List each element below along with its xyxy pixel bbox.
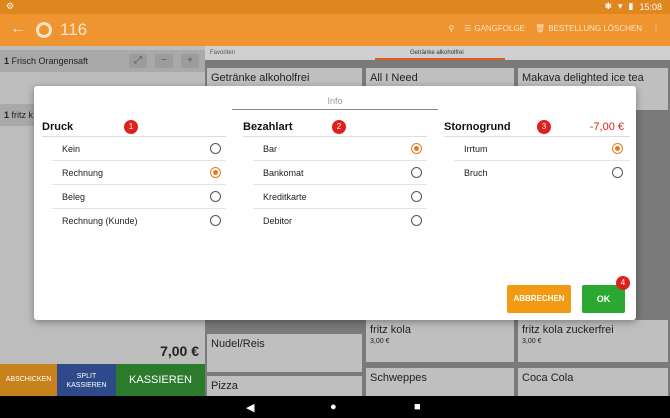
option-debitor[interactable]: Debitor bbox=[253, 209, 427, 233]
tab-getraenke-alkoholfrei[interactable]: Getränke alkoholfrei bbox=[410, 50, 464, 56]
navigation-bar: ◀ ● ■ bbox=[0, 396, 670, 418]
nav-home-icon[interactable]: ● bbox=[330, 401, 337, 413]
radio-button[interactable] bbox=[210, 167, 221, 178]
radio-button[interactable] bbox=[210, 143, 221, 154]
expand-icon[interactable]: ⤢ bbox=[129, 54, 147, 68]
radio-button[interactable] bbox=[210, 215, 221, 226]
article-tile[interactable]: Coca Cola bbox=[518, 368, 668, 396]
order-item[interactable]: 1 Frisch Orangensaft ⤢ − + bbox=[0, 50, 205, 72]
cancel-button[interactable]: ABBRECHEN bbox=[507, 285, 571, 313]
clock: 15:08 bbox=[639, 1, 662, 12]
plus-button[interactable]: + bbox=[181, 54, 199, 68]
search-icon[interactable]: ⚲ bbox=[448, 24, 454, 33]
article-tile[interactable]: fritz kola 3,00 € bbox=[366, 320, 514, 362]
app-bar: ← 116 ⚲ ☰ GANGFOLGE 🗑 BESTELLUNG LÖSCHEN ⋮ bbox=[0, 14, 670, 46]
split-kassieren-button[interactable]: SPLIT KASSIEREN bbox=[57, 364, 116, 396]
battery-icon: ▮ bbox=[628, 1, 634, 11]
radio-button[interactable] bbox=[411, 167, 422, 178]
option-rechnung-kunde[interactable]: Rechnung (Kunde) bbox=[52, 209, 226, 233]
option-beleg[interactable]: Beleg bbox=[52, 185, 226, 209]
bestellung-loeschen-button[interactable]: 🗑 BESTELLUNG LÖSCHEN bbox=[535, 24, 642, 33]
bezahlart-column: Bezahlart 2 Bar Bankomat Kreditkarte Deb… bbox=[243, 120, 427, 233]
list-icon: ☰ bbox=[464, 24, 472, 33]
step-badge: 1 bbox=[124, 120, 138, 134]
table-number: 116 bbox=[60, 20, 88, 39]
step-badge: 2 bbox=[332, 120, 346, 134]
more-menu-icon[interactable]: ⋮ bbox=[652, 24, 660, 33]
trash-icon: 🗑 bbox=[535, 24, 546, 33]
article-tile[interactable]: Nudel/Reis bbox=[207, 334, 362, 372]
step-badge: 3 bbox=[537, 120, 551, 134]
storno-amount: -7,00 € bbox=[589, 121, 624, 133]
bluetooth-icon: ✱ bbox=[604, 1, 612, 11]
bezahlart-header: Bezahlart bbox=[243, 121, 293, 133]
stornogrund-column: Stornogrund 3 -7,00 € Irrtum Bruch bbox=[444, 120, 630, 185]
radio-button[interactable] bbox=[411, 191, 422, 202]
radio-button[interactable] bbox=[411, 215, 422, 226]
radio-button[interactable] bbox=[612, 167, 623, 178]
gangfolge-button[interactable]: ☰ GANGFOLGE bbox=[464, 24, 525, 33]
step-badge: 4 bbox=[616, 276, 630, 290]
option-kein[interactable]: Kein bbox=[52, 137, 226, 161]
option-irrtum[interactable]: Irrtum bbox=[454, 137, 630, 161]
radio-button[interactable] bbox=[210, 191, 221, 202]
table-icon bbox=[36, 22, 52, 38]
option-bar[interactable]: Bar bbox=[253, 137, 427, 161]
order-total: 7,00 € bbox=[0, 340, 205, 364]
back-arrow-icon[interactable]: ← bbox=[10, 20, 26, 38]
option-bruch[interactable]: Bruch bbox=[454, 161, 630, 185]
dialog-title: Info bbox=[232, 96, 438, 110]
option-bankomat[interactable]: Bankomat bbox=[253, 161, 427, 185]
article-tile[interactable]: Schweppes bbox=[366, 368, 514, 396]
option-kreditkarte[interactable]: Kreditkarte bbox=[253, 185, 427, 209]
info-dialog: Info Druck 1 Kein Rechnung Beleg Rechnun… bbox=[34, 86, 636, 320]
app-status-icon: ⚙ bbox=[6, 1, 15, 11]
status-bar: ⚙ ✱ ▾ ▮ 15:08 bbox=[0, 0, 670, 14]
category-tabs: Favoriten Getränke alkoholfrei bbox=[205, 46, 670, 60]
nav-recents-icon[interactable]: ■ bbox=[414, 401, 421, 413]
radio-button[interactable] bbox=[612, 143, 623, 154]
minus-button[interactable]: − bbox=[155, 54, 173, 68]
nav-back-icon[interactable]: ◀ bbox=[246, 401, 254, 414]
kassieren-button[interactable]: KASSIEREN bbox=[116, 364, 205, 396]
druck-header: Druck bbox=[42, 121, 74, 133]
druck-column: Druck 1 Kein Rechnung Beleg Rechnung (Ku… bbox=[42, 120, 226, 233]
radio-button[interactable] bbox=[411, 143, 422, 154]
ok-button[interactable]: OK bbox=[582, 285, 625, 313]
stornogrund-header: Stornogrund bbox=[444, 121, 511, 133]
article-tile[interactable]: fritz kola zuckerfrei 3,00 € bbox=[518, 320, 668, 362]
abschicken-button[interactable]: ABSCHICKEN bbox=[0, 364, 57, 396]
article-tile[interactable]: Pizza bbox=[207, 376, 362, 396]
option-rechnung[interactable]: Rechnung bbox=[52, 161, 226, 185]
wifi-icon: ▾ bbox=[617, 1, 623, 11]
tab-favoriten[interactable]: Favoriten bbox=[210, 50, 235, 56]
